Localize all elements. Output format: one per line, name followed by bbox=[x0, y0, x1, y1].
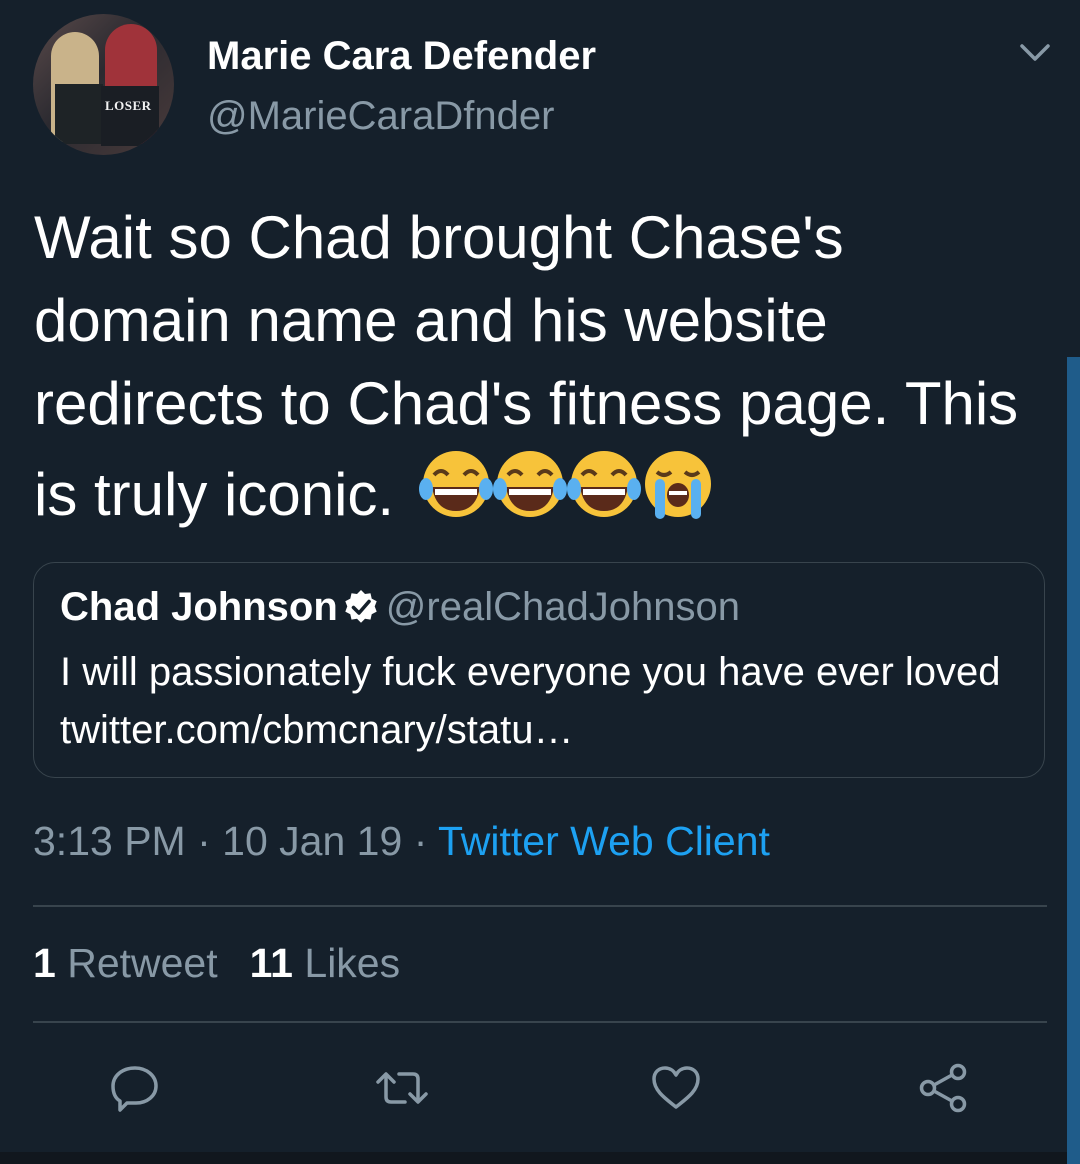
avatar-shirt-left bbox=[55, 84, 103, 144]
divider bbox=[33, 905, 1047, 907]
avatar[interactable]: LOSER bbox=[33, 14, 174, 155]
emoji-row bbox=[417, 445, 713, 544]
likes-label: Likes bbox=[304, 940, 401, 986]
tweet-date: 10 Jan 19 bbox=[222, 818, 403, 864]
loudly-crying-emoji-icon bbox=[644, 451, 711, 519]
scrollbar[interactable] bbox=[1067, 357, 1080, 1164]
meta-separator: · bbox=[413, 818, 428, 864]
likes-stat[interactable]: 11 Likes bbox=[250, 940, 400, 986]
like-count: 11 bbox=[249, 940, 293, 986]
tweet-client-link[interactable]: Twitter Web Client bbox=[438, 818, 770, 864]
tears-of-joy-emoji-icon bbox=[492, 451, 567, 517]
tears-of-joy-emoji-icon bbox=[418, 451, 493, 517]
quoted-tweet-header: Chad Johnson @realChadJohnson bbox=[60, 585, 740, 630]
tears-of-joy-emoji-icon bbox=[566, 451, 641, 517]
tweet-time: 3:13 PM bbox=[33, 818, 186, 864]
divider bbox=[33, 1021, 1047, 1023]
retweet-stat[interactable]: 1 Retweet bbox=[33, 940, 218, 986]
avatar-shirt-right bbox=[101, 86, 159, 146]
quoted-tweet-text: I will passionately fuck everyone you ha… bbox=[60, 650, 1001, 752]
like-icon[interactable] bbox=[648, 1060, 704, 1116]
verified-badge-icon bbox=[345, 590, 377, 623]
retweet-label: Retweet bbox=[67, 940, 218, 986]
quoted-tweet-card[interactable]: Chad Johnson @realChadJohnson I will pas… bbox=[33, 562, 1045, 778]
retweet-icon[interactable] bbox=[374, 1060, 430, 1116]
tweet-text-block: Wait so Chad brought Chase's domain name… bbox=[34, 196, 1044, 544]
author-handle[interactable]: @MarieCaraDfnder bbox=[207, 94, 554, 139]
bottom-edge bbox=[0, 1152, 1067, 1164]
meta-separator: · bbox=[197, 818, 211, 864]
retweet-count: 1 bbox=[33, 940, 56, 986]
reply-icon[interactable] bbox=[107, 1060, 163, 1116]
tweet-stats: 1 Retweet 11 Likes bbox=[33, 940, 400, 987]
avatar-shirt-text: LOSER bbox=[105, 98, 152, 113]
tweet-meta: 3:13 PM · 10 Jan 19 · Twitter Web Client bbox=[33, 818, 770, 865]
quoted-author-handle: @realChadJohnson bbox=[385, 585, 740, 629]
chevron-down-icon[interactable] bbox=[1017, 40, 1053, 66]
author-name[interactable]: Marie Cara Defender bbox=[207, 34, 596, 79]
quoted-author-name: Chad Johnson bbox=[60, 585, 338, 629]
share-icon[interactable] bbox=[916, 1060, 972, 1116]
